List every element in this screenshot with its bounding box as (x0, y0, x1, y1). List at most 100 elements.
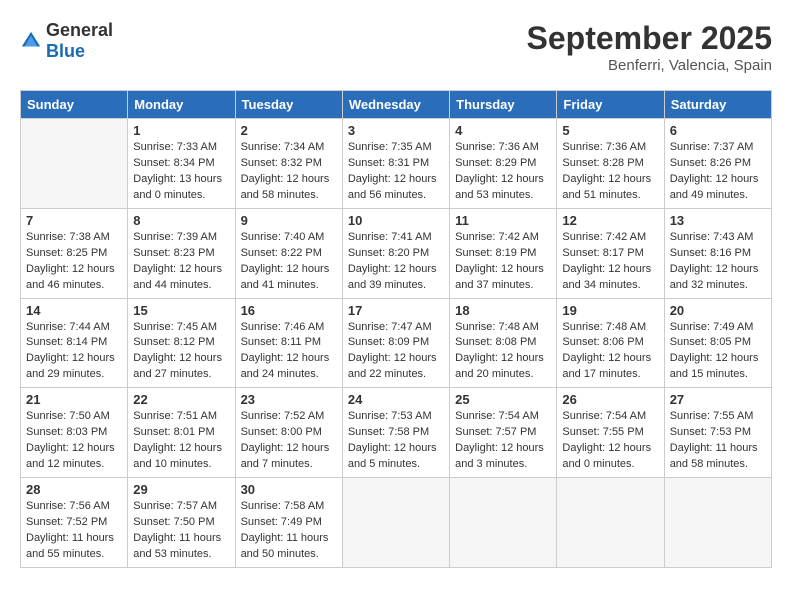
calendar-cell (557, 478, 664, 568)
calendar-cell: 10 Sunrise: 7:41 AM Sunset: 8:20 PM Dayli… (342, 208, 449, 298)
calendar-cell: 20Sunrise: 7:49 AM Sunset: 8:05 PM Dayli… (664, 298, 771, 388)
cell-info: Sunrise: 7:42 AM Sunset: 8:19 PM Dayligh… (455, 230, 551, 294)
header-wednesday: Wednesday (342, 91, 449, 119)
calendar-cell: 5Sunrise: 7:36 AM Sunset: 8:28 PM Daylig… (557, 119, 664, 209)
calendar-cell: 29 Sunrise: 7:57 AM Sunset: 7:50 PM Dayli… (128, 478, 235, 568)
calendar-cell: 8 Sunrise: 7:39 AM Sunset: 8:23 PM Daylig… (128, 208, 235, 298)
calendar-cell: 12 Sunrise: 7:42 AM Sunset: 8:17 PM Dayli… (557, 208, 664, 298)
day-number: 3 (348, 123, 444, 138)
calendar-cell (21, 119, 128, 209)
cell-info: Sunrise: 7:45 AM Sunset: 8:12 PM Dayligh… (133, 320, 229, 384)
cell-info: Sunrise: 7:57 AM Sunset: 7:50 PM Dayligh… (133, 499, 229, 563)
calendar-cell: 25Sunrise: 7:54 AM Sunset: 7:57 PM Dayli… (450, 388, 557, 478)
calendar-week-1: 1 Sunrise: 7:33 AM Sunset: 8:34 PM Daylig… (21, 119, 772, 209)
cell-info: Sunrise: 7:47 AM Sunset: 8:09 PM Dayligh… (348, 320, 444, 384)
cell-info: Sunrise: 7:39 AM Sunset: 8:23 PM Dayligh… (133, 230, 229, 294)
header-monday: Monday (128, 91, 235, 119)
logo: General Blue (20, 20, 113, 62)
day-number: 1 (133, 123, 229, 138)
day-number: 9 (241, 213, 337, 228)
calendar-cell: 13 Sunrise: 7:43 AM Sunset: 8:16 PM Dayli… (664, 208, 771, 298)
calendar-cell: 7Sunrise: 7:38 AM Sunset: 8:25 PM Daylig… (21, 208, 128, 298)
logo-icon (20, 30, 42, 52)
calendar-week-4: 21 Sunrise: 7:50 AM Sunset: 8:03 PM Dayli… (21, 388, 772, 478)
day-number: 17 (348, 303, 444, 318)
calendar-cell: 4Sunrise: 7:36 AM Sunset: 8:29 PM Daylig… (450, 119, 557, 209)
calendar-cell: 1 Sunrise: 7:33 AM Sunset: 8:34 PM Daylig… (128, 119, 235, 209)
header-tuesday: Tuesday (235, 91, 342, 119)
logo-blue: Blue (46, 41, 85, 61)
cell-info: Sunrise: 7:40 AM Sunset: 8:22 PM Dayligh… (241, 230, 337, 294)
header-sunday: Sunday (21, 91, 128, 119)
cell-info: Sunrise: 7:42 AM Sunset: 8:17 PM Dayligh… (562, 230, 658, 294)
day-number: 8 (133, 213, 229, 228)
calendar-cell (664, 478, 771, 568)
calendar-cell: 21 Sunrise: 7:50 AM Sunset: 8:03 PM Dayli… (21, 388, 128, 478)
day-number: 7 (26, 213, 122, 228)
day-number: 23 (241, 392, 337, 407)
day-number: 28 (26, 482, 122, 497)
calendar-week-3: 14 Sunrise: 7:44 AM Sunset: 8:14 PM Dayli… (21, 298, 772, 388)
cell-info: Sunrise: 7:44 AM Sunset: 8:14 PM Dayligh… (26, 320, 122, 384)
cell-info: Sunrise: 7:48 AM Sunset: 8:08 PM Dayligh… (455, 320, 551, 384)
cell-info: Sunrise: 7:46 AM Sunset: 8:11 PM Dayligh… (241, 320, 337, 384)
day-number: 14 (26, 303, 122, 318)
day-number: 4 (455, 123, 551, 138)
calendar-cell: 26 Sunrise: 7:54 AM Sunset: 7:55 PM Dayli… (557, 388, 664, 478)
day-number: 29 (133, 482, 229, 497)
cell-info: Sunrise: 7:33 AM Sunset: 8:34 PM Dayligh… (133, 140, 229, 204)
calendar-cell: 14 Sunrise: 7:44 AM Sunset: 8:14 PM Dayli… (21, 298, 128, 388)
location-subtitle: Benferri, Valencia, Spain (527, 57, 772, 74)
day-number: 16 (241, 303, 337, 318)
day-number: 26 (562, 392, 658, 407)
calendar-cell: 27 Sunrise: 7:55 AM Sunset: 7:53 PM Dayli… (664, 388, 771, 478)
day-number: 19 (562, 303, 658, 318)
day-number: 30 (241, 482, 337, 497)
calendar-cell: 30Sunrise: 7:58 AM Sunset: 7:49 PM Dayli… (235, 478, 342, 568)
day-number: 5 (562, 123, 658, 138)
cell-info: Sunrise: 7:35 AM Sunset: 8:31 PM Dayligh… (348, 140, 444, 204)
logo-wordmark: General Blue (46, 20, 113, 62)
day-number: 11 (455, 213, 551, 228)
cell-info: Sunrise: 7:54 AM Sunset: 7:55 PM Dayligh… (562, 409, 658, 473)
cell-info: Sunrise: 7:48 AM Sunset: 8:06 PM Dayligh… (562, 320, 658, 384)
day-number: 15 (133, 303, 229, 318)
header-saturday: Saturday (664, 91, 771, 119)
month-title: September 2025 (527, 20, 772, 57)
day-number: 20 (670, 303, 766, 318)
cell-info: Sunrise: 7:54 AM Sunset: 7:57 PM Dayligh… (455, 409, 551, 473)
cell-info: Sunrise: 7:41 AM Sunset: 8:20 PM Dayligh… (348, 230, 444, 294)
day-number: 10 (348, 213, 444, 228)
cell-info: Sunrise: 7:51 AM Sunset: 8:01 PM Dayligh… (133, 409, 229, 473)
day-number: 22 (133, 392, 229, 407)
page-header: General Blue September 2025 Benferri, Va… (20, 20, 772, 74)
cell-info: Sunrise: 7:56 AM Sunset: 7:52 PM Dayligh… (26, 499, 122, 563)
calendar-header-row: SundayMondayTuesdayWednesdayThursdayFrid… (21, 91, 772, 119)
calendar-cell: 23Sunrise: 7:52 AM Sunset: 8:00 PM Dayli… (235, 388, 342, 478)
header-friday: Friday (557, 91, 664, 119)
day-number: 18 (455, 303, 551, 318)
day-number: 24 (348, 392, 444, 407)
calendar-cell (450, 478, 557, 568)
cell-info: Sunrise: 7:55 AM Sunset: 7:53 PM Dayligh… (670, 409, 766, 473)
calendar-cell: 24 Sunrise: 7:53 AM Sunset: 7:58 PM Dayli… (342, 388, 449, 478)
cell-info: Sunrise: 7:43 AM Sunset: 8:16 PM Dayligh… (670, 230, 766, 294)
calendar-table: SundayMondayTuesdayWednesdayThursdayFrid… (20, 90, 772, 568)
day-number: 21 (26, 392, 122, 407)
day-number: 6 (670, 123, 766, 138)
calendar-cell: 18 Sunrise: 7:48 AM Sunset: 8:08 PM Dayli… (450, 298, 557, 388)
title-block: September 2025 Benferri, Valencia, Spain (527, 20, 772, 74)
header-thursday: Thursday (450, 91, 557, 119)
calendar-cell: 2Sunrise: 7:34 AM Sunset: 8:32 PM Daylig… (235, 119, 342, 209)
cell-info: Sunrise: 7:50 AM Sunset: 8:03 PM Dayligh… (26, 409, 122, 473)
calendar-cell: 9 Sunrise: 7:40 AM Sunset: 8:22 PM Daylig… (235, 208, 342, 298)
day-number: 27 (670, 392, 766, 407)
day-number: 12 (562, 213, 658, 228)
calendar-cell: 3 Sunrise: 7:35 AM Sunset: 8:31 PM Daylig… (342, 119, 449, 209)
calendar-cell: 19 Sunrise: 7:48 AM Sunset: 8:06 PM Dayli… (557, 298, 664, 388)
cell-info: Sunrise: 7:37 AM Sunset: 8:26 PM Dayligh… (670, 140, 766, 204)
day-number: 13 (670, 213, 766, 228)
cell-info: Sunrise: 7:53 AM Sunset: 7:58 PM Dayligh… (348, 409, 444, 473)
logo-general: General (46, 20, 113, 40)
calendar-cell (342, 478, 449, 568)
